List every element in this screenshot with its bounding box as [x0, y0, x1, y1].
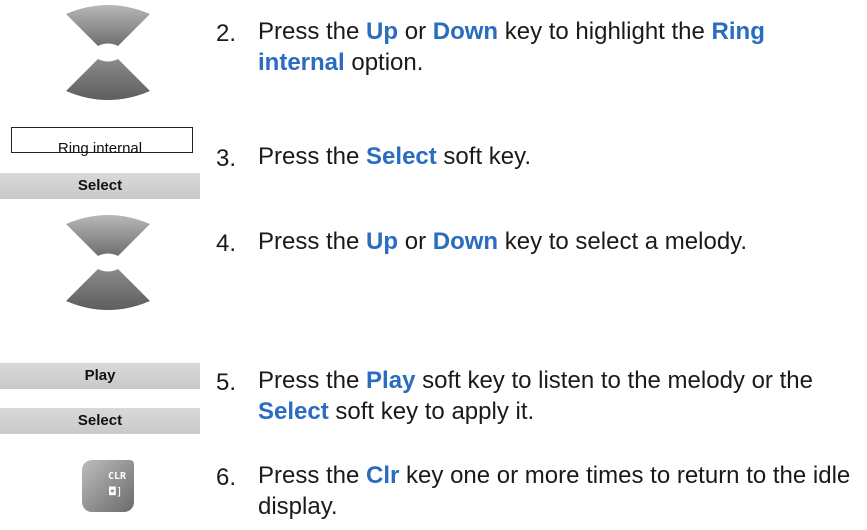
down-key-icon: [66, 269, 150, 310]
down-key-icon: [66, 59, 150, 100]
keyword: Up: [366, 18, 399, 45]
select-softkey: Select: [0, 173, 200, 199]
keyword: Select: [366, 143, 437, 170]
select-softkey: Select: [0, 408, 200, 434]
up-key-icon: [66, 215, 150, 256]
text-run: soft key to apply it.: [328, 398, 535, 425]
text-run: Press the: [258, 18, 367, 45]
text-run: or: [398, 228, 433, 255]
text-run: option.: [344, 49, 424, 76]
step-text: Press the Up or Down key to highlight th…: [258, 16, 838, 78]
keyword: Select: [258, 398, 329, 425]
text-run: Press the: [258, 228, 367, 255]
keyword: Down: [432, 228, 499, 255]
play-softkey: Play: [0, 363, 200, 389]
step-number: 6.: [216, 464, 237, 491]
keyword: Up: [366, 228, 399, 255]
clr-key-symbol: ◘]: [108, 485, 121, 498]
keyword: Play: [366, 367, 416, 394]
step-number: 3.: [216, 145, 237, 172]
step-number: 2.: [216, 20, 237, 47]
step-text: Press the Up or Down key to select a mel…: [258, 226, 838, 257]
step-text: Press the Play soft key to listen to the…: [258, 365, 838, 427]
clr-key-icon: CLR ◘]: [82, 460, 134, 512]
text-run: key to select a melody.: [498, 228, 748, 255]
step-number: 5.: [216, 369, 237, 396]
text-run: key to highlight the: [498, 18, 712, 45]
step-text: Press the Select soft key.: [258, 141, 838, 172]
text-run: soft key.: [436, 143, 532, 170]
text-run: Press the: [258, 367, 367, 394]
step-number: 4.: [216, 230, 237, 257]
keyword: Clr: [366, 462, 400, 489]
text-run: Press the: [258, 143, 367, 170]
text-run: soft key to listen to the melody or the: [415, 367, 813, 394]
step-text: Press the Clr key one or more times to r…: [258, 460, 858, 522]
display-label: Ring internal: [57, 140, 143, 157]
text-run: or: [398, 18, 433, 45]
text-run: Press the: [258, 462, 367, 489]
up-key-icon: [66, 5, 150, 46]
clr-key-label: CLR: [108, 471, 127, 482]
keyword: Down: [432, 18, 499, 45]
